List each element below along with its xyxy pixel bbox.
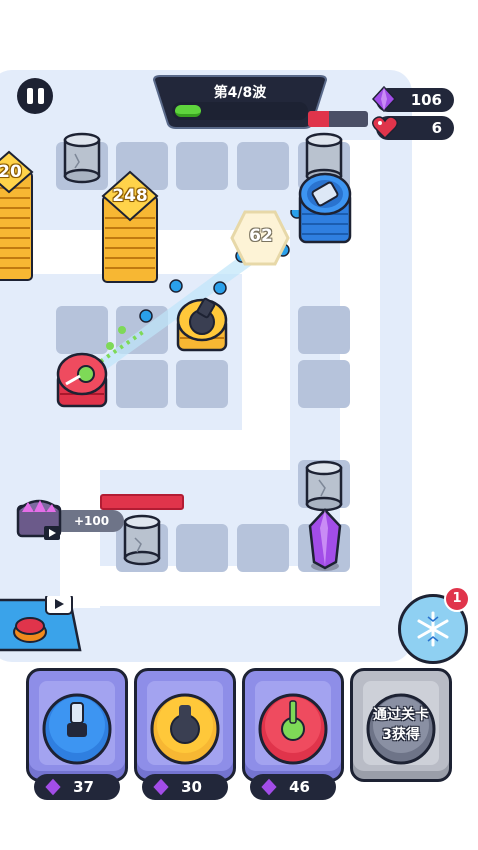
pause-button[interactable]	[17, 78, 53, 114]
chest-reward-text: +100	[74, 514, 110, 528]
tower-slot[interactable]	[237, 524, 289, 572]
tower-card-blue[interactable]	[26, 668, 128, 782]
stone-pillar-icon	[63, 132, 101, 184]
coin-stack-value: 20	[0, 162, 22, 182]
wave-panel: 第4/8波	[150, 74, 330, 130]
wave-label: 第4/8波	[213, 85, 267, 101]
tower-card-yellow[interactable]	[134, 668, 236, 782]
gem-icon	[372, 86, 396, 112]
boss-health-fill	[308, 111, 329, 127]
red-sniper-tower-icon[interactable]	[56, 350, 108, 412]
blue-cannon-tower-icon[interactable]	[298, 170, 352, 248]
locked-card-text: 通过关卡 3获得	[361, 705, 441, 745]
damage-number: 62	[249, 226, 273, 246]
purple-crystal-icon	[308, 508, 342, 571]
gem-icon	[261, 778, 277, 796]
tower-card-red[interactable]	[242, 668, 344, 782]
boss-health-bar	[308, 111, 368, 127]
pause-icon	[37, 88, 44, 104]
tower-slot[interactable]	[176, 142, 228, 190]
gem-icon	[45, 778, 61, 796]
gem-icon	[153, 778, 169, 796]
wave-progress-bar	[172, 102, 308, 120]
tower-slot[interactable]	[176, 524, 228, 572]
pause-icon	[26, 88, 33, 104]
blue-cannon-icon	[42, 693, 112, 765]
treasure-chest-icon[interactable]	[14, 492, 64, 542]
stone-pillar-icon	[305, 460, 343, 512]
heart-icon	[372, 116, 398, 140]
ad-reward-button[interactable]	[0, 596, 82, 658]
locked-card-line1: 通过关卡	[373, 707, 429, 723]
stone-pillar-icon	[123, 514, 161, 566]
wave-progress-fill	[175, 105, 201, 117]
red-sniper-icon	[258, 693, 328, 765]
locked-card-line2: 3获得	[382, 727, 420, 743]
snowflake-icon	[417, 611, 449, 647]
yellow-mortar-icon	[150, 693, 220, 765]
yellow-mortar-tower-icon[interactable]	[176, 296, 228, 356]
enemy-health-bar	[100, 494, 184, 510]
tower-slot[interactable]	[237, 142, 289, 190]
freeze-count-badge: 1	[444, 586, 470, 612]
coin-stack-value: 248	[112, 186, 148, 206]
